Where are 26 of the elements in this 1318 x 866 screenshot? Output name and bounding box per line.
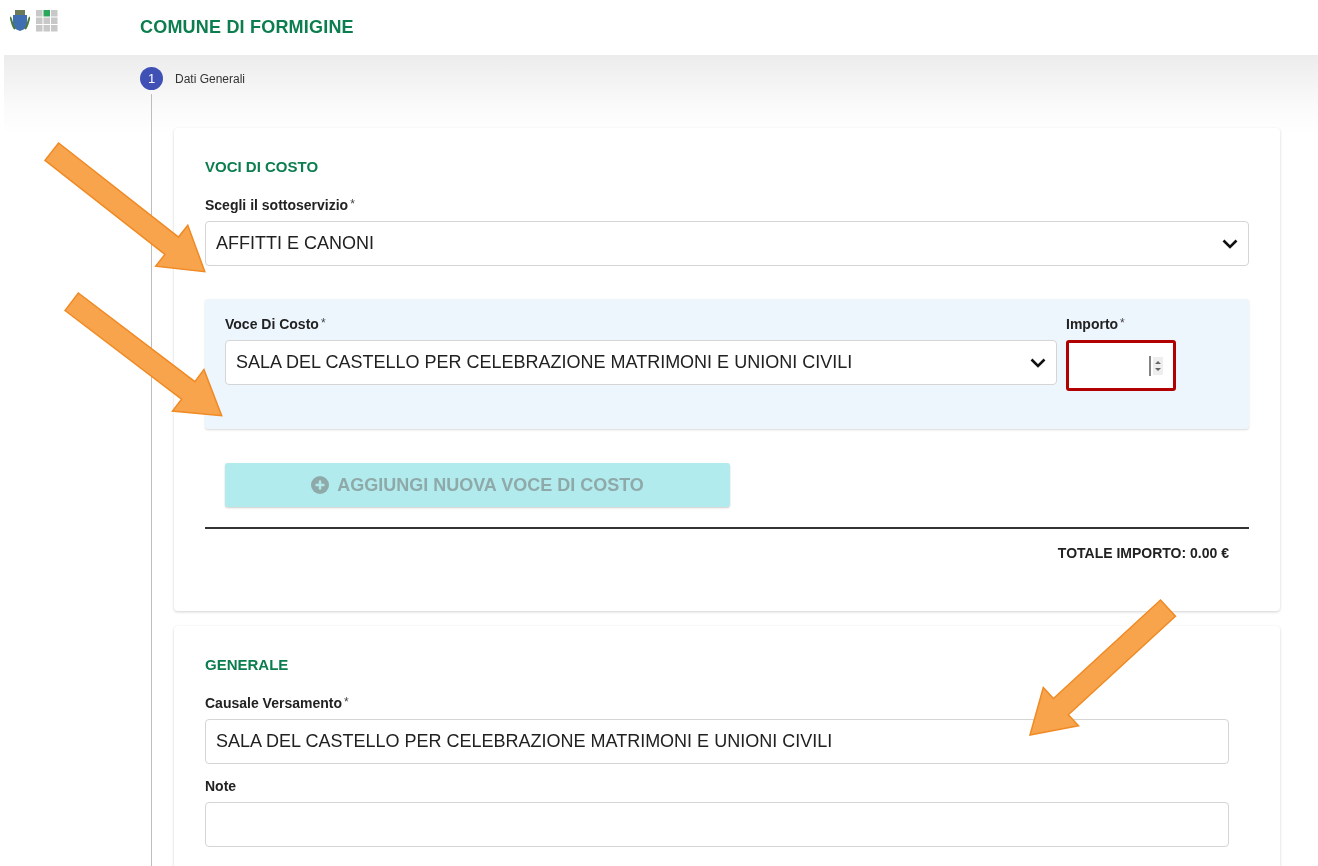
text-field[interactable]: SALA DEL CASTELLO PER CELEBRAZIONE MATRIMONI E UNIONI CIVILI: [205, 719, 1229, 764]
crest-icon: [10, 9, 30, 32]
plus-circle-icon: [311, 476, 330, 494]
subservice-select[interactable]: AFFITTI E CANONI: [205, 221, 1249, 266]
required-mark: *: [320, 316, 326, 330]
grid-logo-icon: [36, 9, 58, 32]
required-mark: *: [1120, 316, 1125, 330]
field-label: Causale Versamento*: [205, 695, 350, 711]
chevron-down-icon: [1030, 357, 1046, 368]
required-mark: *: [350, 197, 355, 211]
section-title: GENERALE: [205, 656, 290, 673]
field-label: Note: [205, 778, 238, 794]
section-title: VOCI DI COSTO: [205, 158, 320, 175]
amount-field[interactable]: [1066, 340, 1176, 391]
field-label: Scegli il sottoservizio*: [205, 197, 356, 213]
field-label: Importo*: [1066, 316, 1126, 332]
chevron-down-icon: [1222, 238, 1238, 249]
required-mark: *: [343, 695, 349, 709]
municipality-title: COMUNE DI FORMIGINE: [140, 17, 354, 38]
step-number[interactable]: 1: [140, 67, 163, 90]
total-amount: TOTALE IMPORTO: 0.00 €: [1056, 544, 1230, 563]
cost-item-select[interactable]: SALA DEL CASTELLO PER CELEBRAZIONE MATRIMONI E UNIONI CIVILI: [225, 340, 1057, 385]
field-label: Voce Di Costo*: [225, 316, 327, 332]
spinner-icon: [1149, 354, 1163, 377]
step-label: Dati Generali: [175, 71, 246, 86]
text-field[interactable]: [205, 802, 1229, 847]
